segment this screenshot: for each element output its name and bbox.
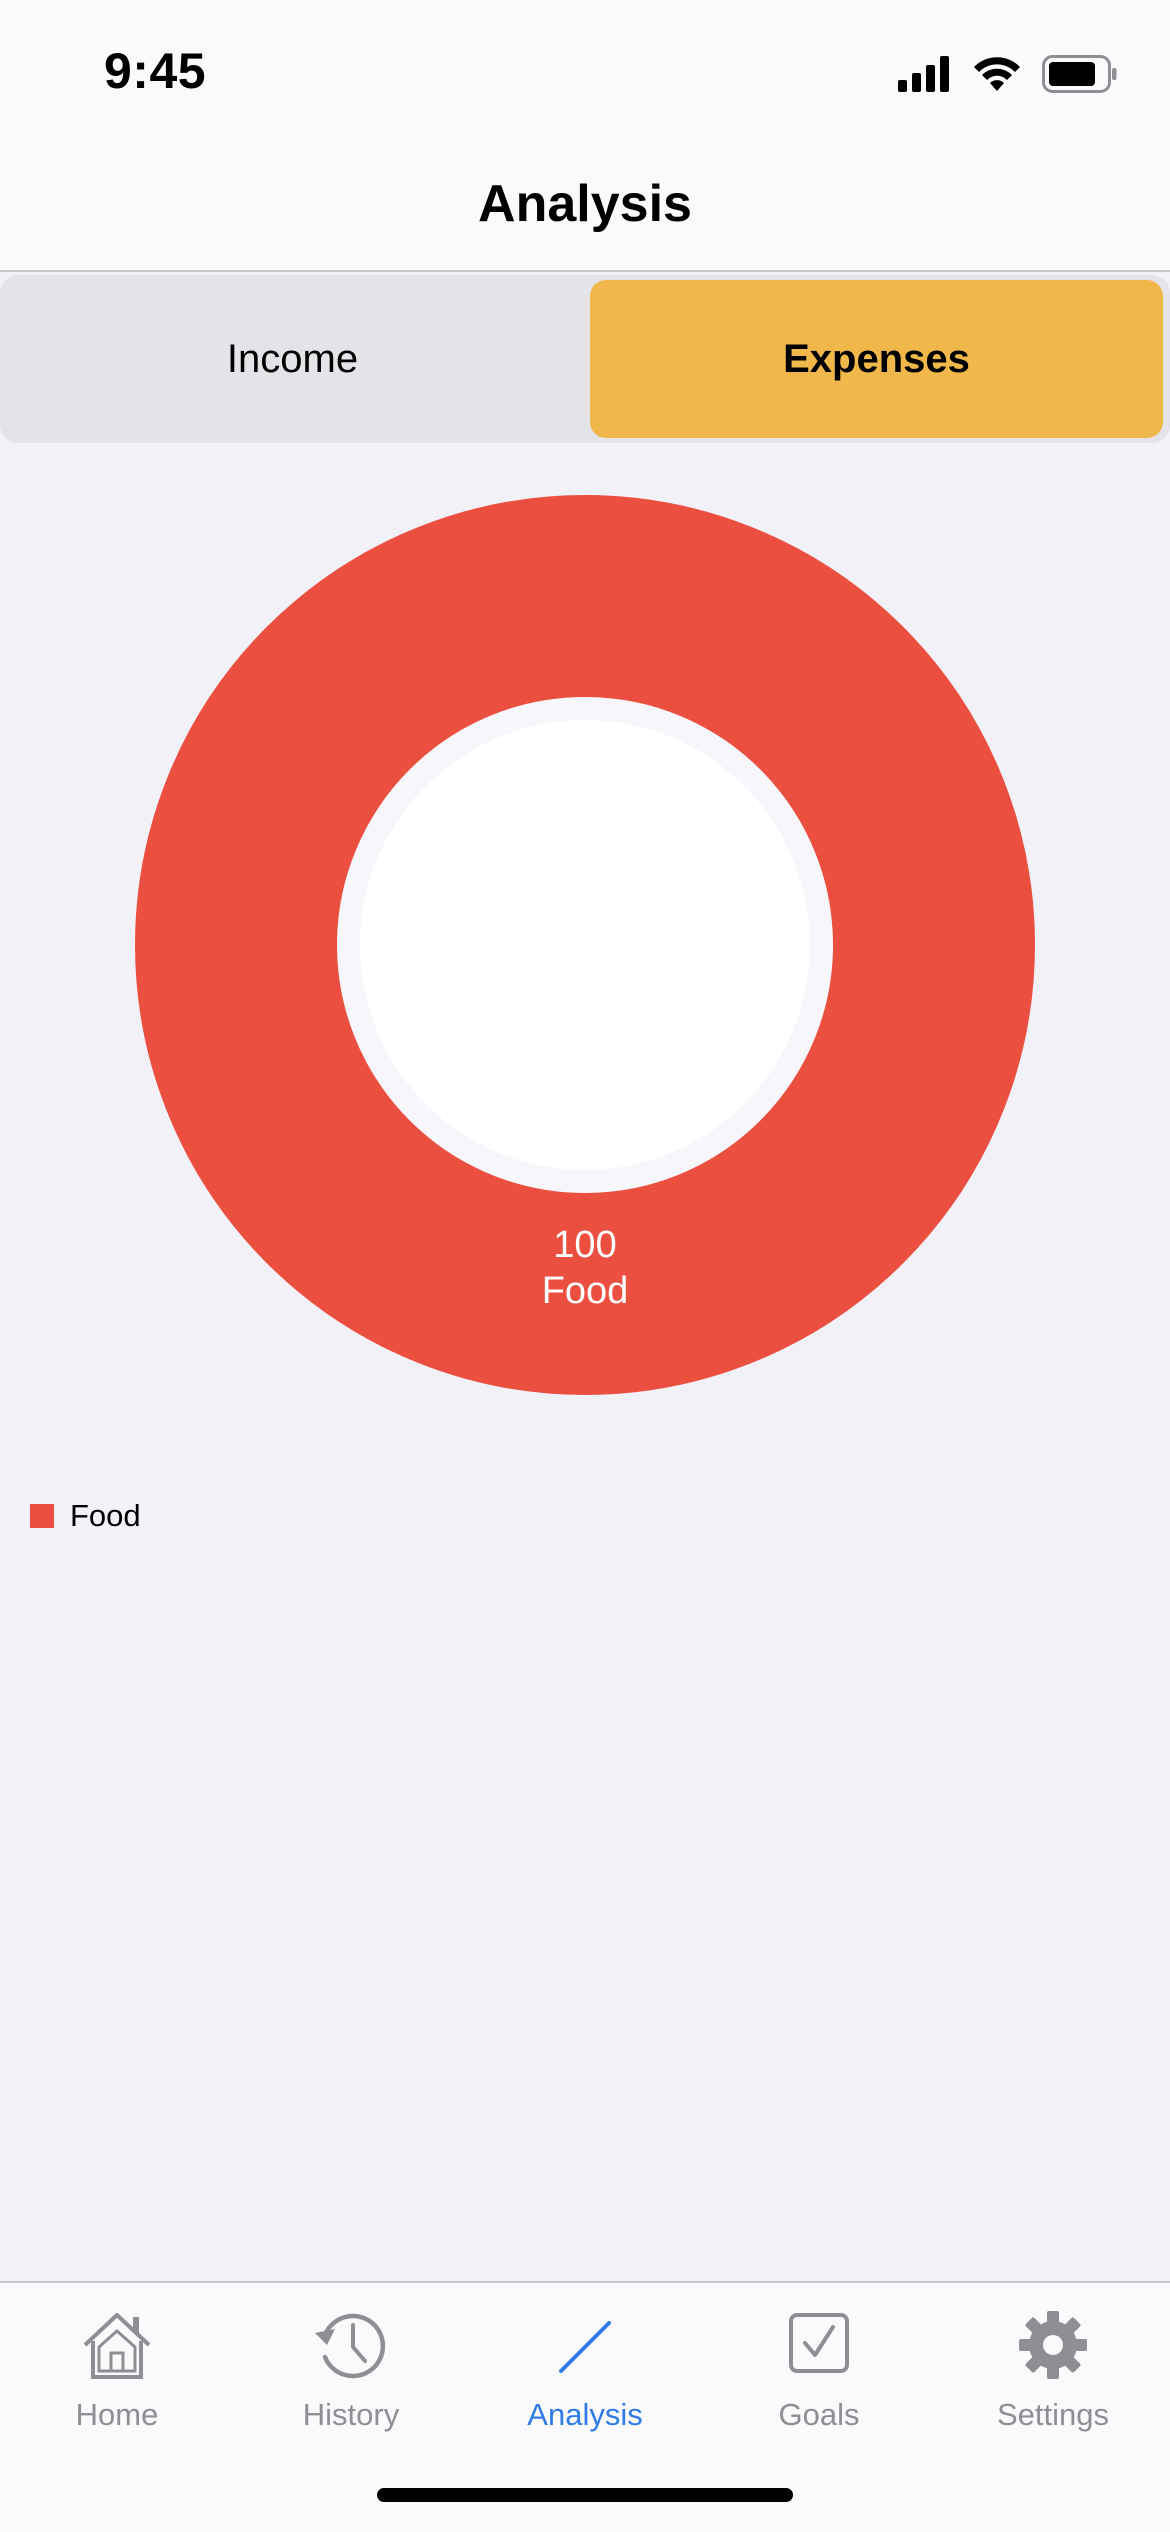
chart-legend: Food xyxy=(30,1498,141,1534)
income-expenses-segmented-control: Income Expenses xyxy=(0,275,1170,443)
tab-analysis[interactable]: Analysis xyxy=(468,2305,702,2455)
segment-income-label: Income xyxy=(226,336,359,381)
tab-settings[interactable]: Settings xyxy=(936,2305,1170,2455)
status-time: 9:45 xyxy=(104,43,207,99)
segment-expenses-label: Expenses xyxy=(783,336,970,381)
status-bar: 9:45 xyxy=(0,0,1170,140)
tab-goals[interactable]: Goals xyxy=(702,2305,936,2455)
app-screen: 9:45 Analysis Income Expenses 100 Food F… xyxy=(0,0,1170,2532)
legend-swatch xyxy=(30,1504,54,1528)
cellular-signal-icon xyxy=(898,56,949,92)
slice-value-label: 100 xyxy=(553,1224,616,1266)
clock-history-icon xyxy=(315,2313,386,2379)
segment-expenses[interactable]: Expenses xyxy=(590,280,1163,438)
legend-label: Food xyxy=(70,1498,141,1533)
tab-goals-label: Goals xyxy=(778,2397,860,2432)
gear-icon xyxy=(1019,2311,1087,2379)
tab-history[interactable]: History xyxy=(234,2305,468,2455)
page-title: Analysis xyxy=(478,175,692,233)
chart-line-icon xyxy=(559,2321,611,2373)
tab-home[interactable]: Home xyxy=(0,2305,234,2455)
battery-icon xyxy=(1042,55,1117,93)
house-icon xyxy=(83,2313,151,2379)
status-icons xyxy=(898,52,1118,96)
donut-chart-svg: 100Food xyxy=(135,495,1035,1395)
wifi-icon xyxy=(974,57,1020,91)
checkbox-icon xyxy=(789,2313,849,2373)
segment-income[interactable]: Income xyxy=(0,275,585,443)
navigation-bar: Analysis xyxy=(0,140,1170,272)
donut-center-hole xyxy=(360,720,810,1170)
tab-home-label: Home xyxy=(75,2397,159,2432)
slice-category-label: Food xyxy=(542,1270,629,1312)
tab-analysis-label: Analysis xyxy=(527,2397,643,2432)
tab-history-label: History xyxy=(302,2397,400,2432)
expenses-donut-chart: 100 Food xyxy=(0,440,1170,1420)
home-indicator xyxy=(377,2488,793,2502)
tab-settings-label: Settings xyxy=(996,2397,1109,2432)
